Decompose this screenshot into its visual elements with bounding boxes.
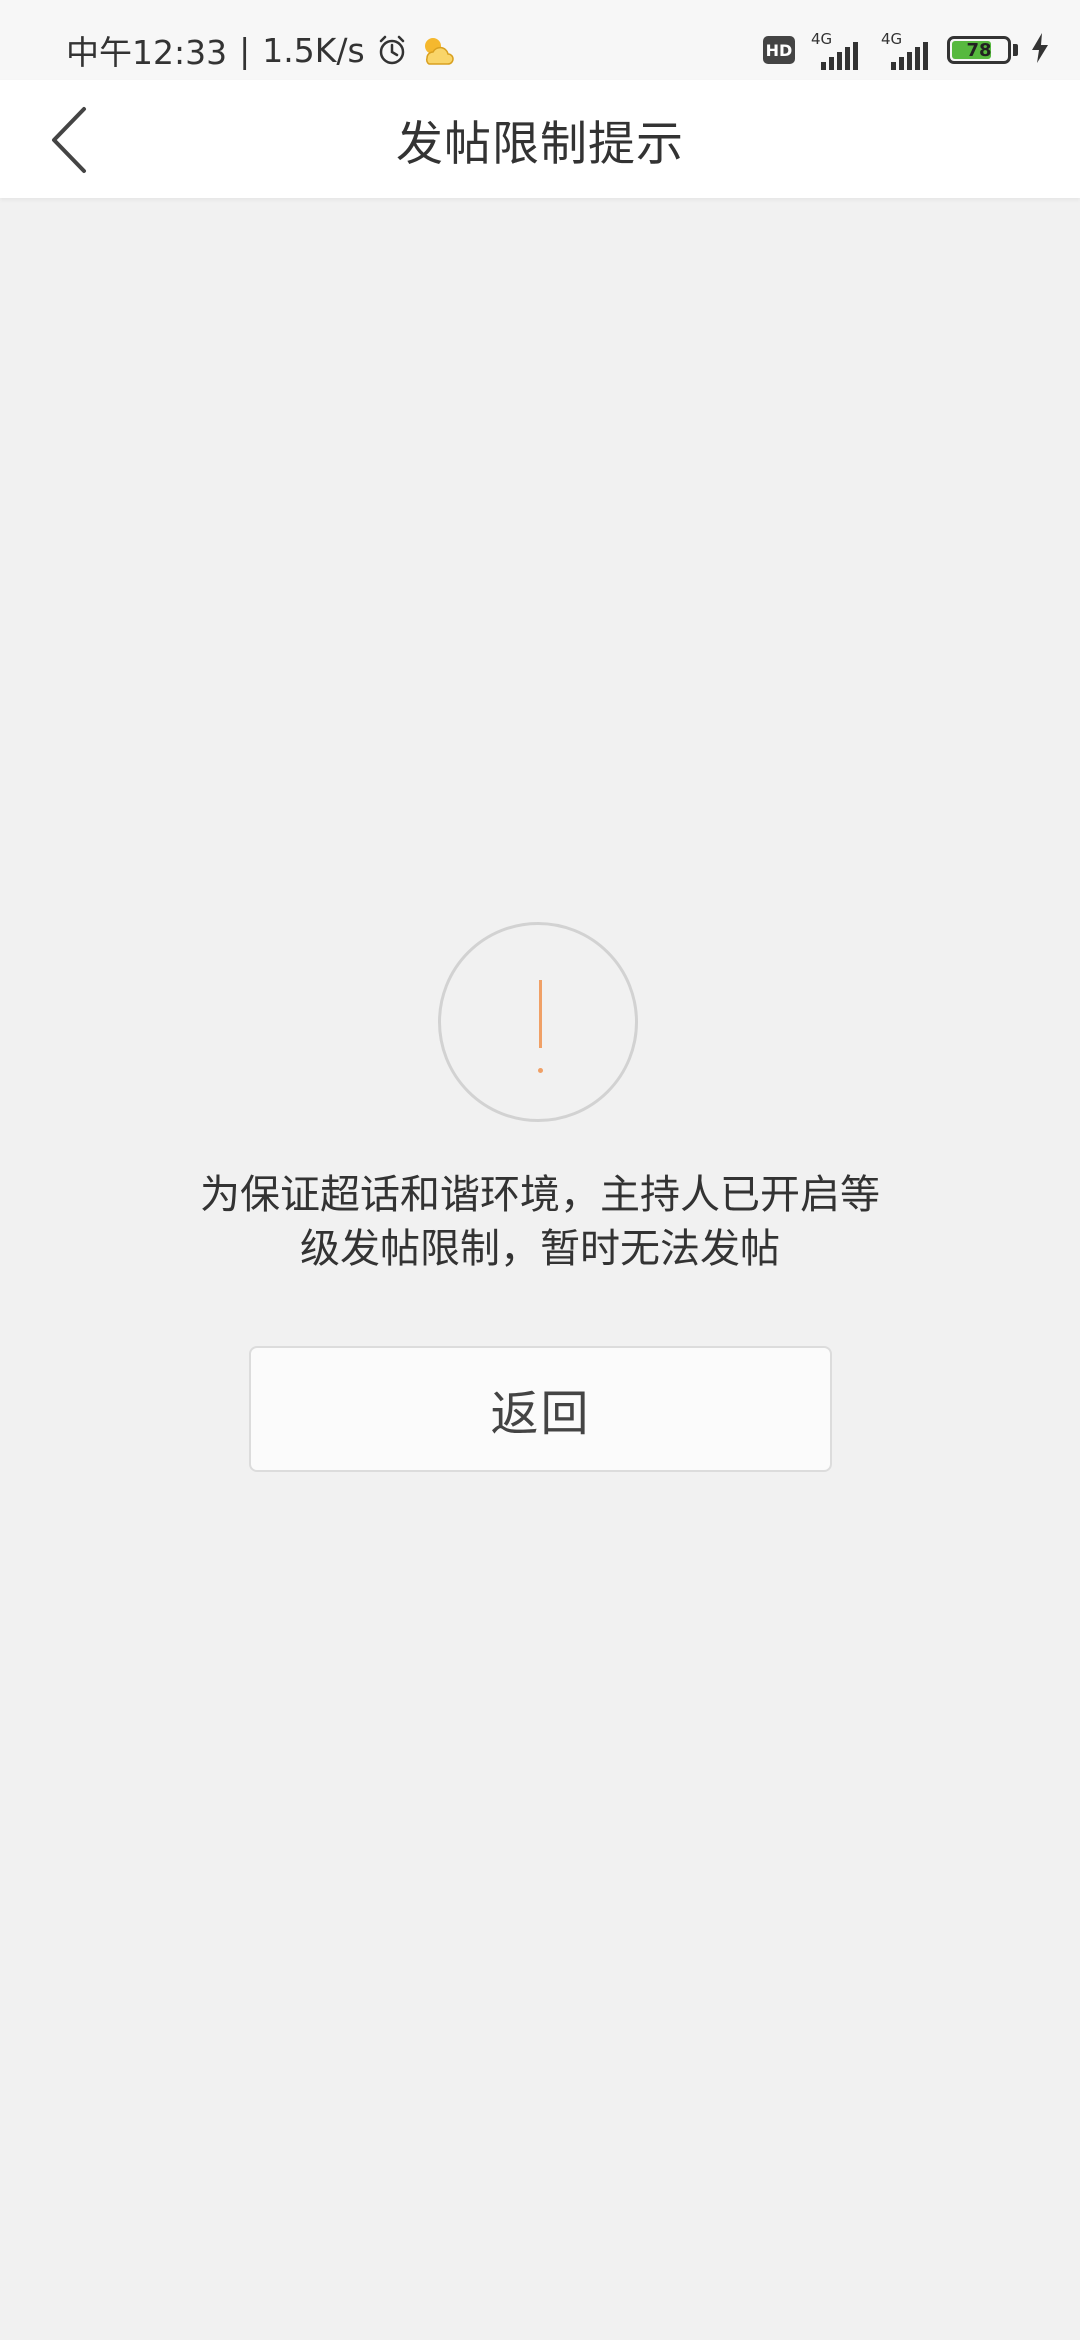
charging-bolt-icon (1030, 33, 1050, 67)
battery-icon: 78 (947, 36, 1011, 64)
message-line-2: 级发帖限制，暂时无法发帖 (300, 1226, 780, 1272)
battery-nub (1013, 44, 1018, 56)
alarm-clock-icon (375, 33, 409, 67)
signal-bars-1-icon (821, 42, 858, 70)
battery-level: 78 (966, 39, 992, 61)
exclamation-dot (538, 1068, 543, 1073)
weather-sun-cloud-icon (419, 34, 455, 66)
exclamation-line (539, 980, 542, 1048)
status-time: 中午12:33 (66, 33, 228, 72)
return-button[interactable]: 返回 (249, 1346, 832, 1472)
signal-strength-2: 4G (877, 28, 935, 72)
network-speed: 1.5K/s (262, 30, 365, 70)
message-line-1: 为保证超话和谐环境，主持人已开启等 (200, 1172, 880, 1218)
page-title: 发帖限制提示 (396, 116, 684, 172)
signal-strength-1: 4G (807, 28, 865, 72)
status-bar: 中午12:33 | 1.5K/s HD 4G 4G 78 (0, 0, 1080, 80)
exclamation-circle-icon (438, 922, 638, 1122)
signal-bars-2-icon (891, 42, 928, 70)
nav-bar: 发帖限制提示 (0, 80, 1080, 198)
screen: 中午12:33 | 1.5K/s HD 4G 4G 78 发帖限制提示 为保证超… (0, 0, 1080, 2340)
status-separator: | (239, 30, 251, 70)
restriction-message: 为保证超话和谐环境，主持人已开启等 级发帖限制，暂时无法发帖 (150, 1168, 930, 1276)
hd-badge: HD (763, 36, 795, 64)
